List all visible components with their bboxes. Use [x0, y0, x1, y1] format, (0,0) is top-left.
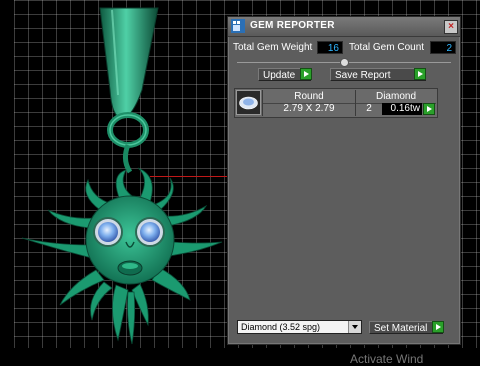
sun-pendant-model[interactable]: [0, 0, 230, 360]
gem-list-table: Round Diamond 2.79 X 2.79 2 0.16tw: [234, 88, 438, 118]
material-dropdown[interactable]: Diamond (3.52 spg): [237, 320, 362, 334]
gem-thumbnail-icon[interactable]: [236, 90, 261, 115]
gem-reporter-app-icon: [231, 19, 245, 33]
total-gem-weight-label: Total Gem Weight: [233, 42, 313, 53]
panel-title: GEM REPORTER: [250, 20, 335, 31]
save-report-play-icon[interactable]: [414, 68, 426, 80]
save-report-button[interactable]: Save Report: [330, 68, 426, 81]
gem-count-cell: 2: [366, 103, 372, 114]
material-dropdown-value: Diamond (3.52 spg): [241, 322, 321, 332]
gem-reporter-panel: GEM REPORTER × Total Gem Weight 16 Total…: [227, 16, 461, 345]
gem-weight-cell[interactable]: 0.16tw: [382, 103, 422, 115]
update-play-icon[interactable]: [300, 68, 312, 80]
gem-row-play-icon[interactable]: [423, 103, 435, 115]
gem-size-cell: 2.79 X 2.79: [283, 103, 335, 114]
panel-titlebar[interactable]: GEM REPORTER ×: [228, 17, 460, 37]
total-gem-weight-field[interactable]: 16: [317, 41, 343, 54]
activation-watermark: Activate Wind: [350, 352, 424, 366]
report-slider-thumb[interactable]: [340, 58, 349, 67]
close-icon[interactable]: ×: [444, 20, 458, 34]
dropdown-arrow-icon[interactable]: [348, 321, 361, 333]
total-gem-count-field[interactable]: 2: [430, 41, 456, 54]
total-gem-count-label: Total Gem Count: [349, 42, 425, 53]
set-material-play-icon[interactable]: [432, 321, 444, 333]
